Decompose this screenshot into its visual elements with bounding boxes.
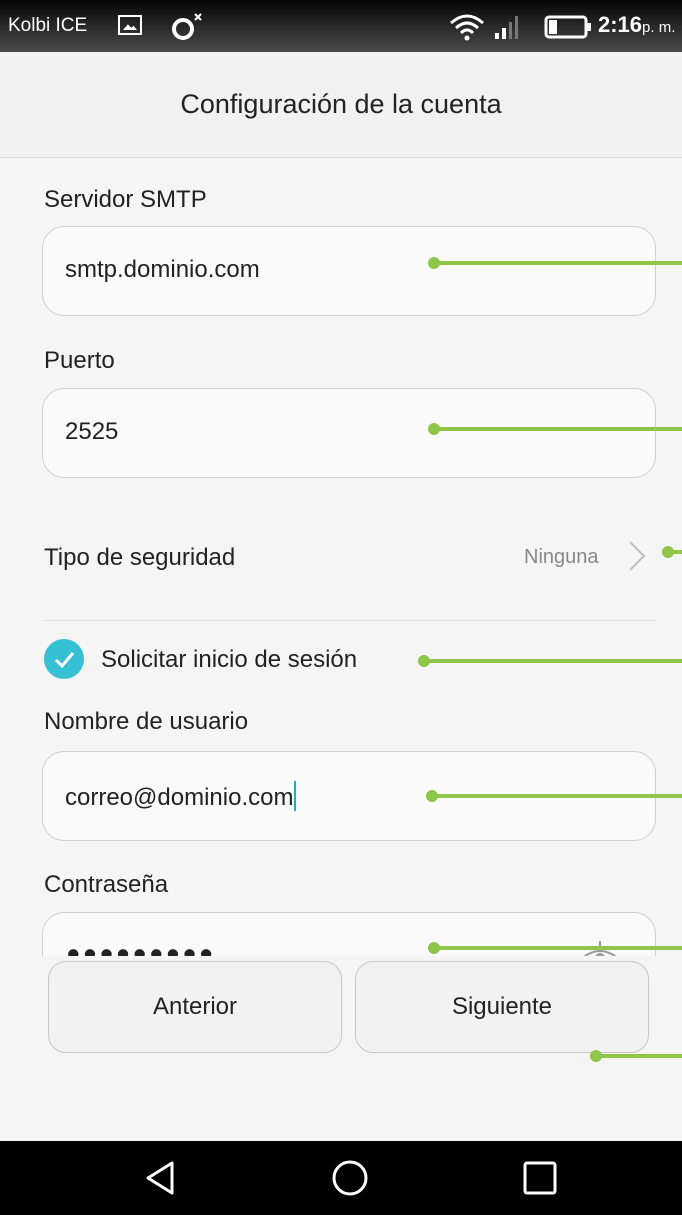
wifi-icon — [450, 14, 484, 41]
annotation-line — [428, 423, 682, 435]
security-type-label: Tipo de seguridad — [44, 544, 236, 571]
port-label: Puerto — [44, 347, 115, 374]
gallery-notification-icon — [118, 15, 142, 35]
annotation-line — [428, 942, 682, 954]
page-title: Configuración de la cuenta — [180, 89, 502, 119]
status-bar: Kolbi ICE 2:16p. m. — [0, 0, 682, 52]
username-label: Nombre de usuario — [44, 708, 249, 735]
previous-button[interactable]: Anterior — [48, 961, 342, 1053]
smtp-server-value: smtp.dominio.com — [65, 256, 260, 283]
home-icon[interactable] — [330, 1158, 370, 1198]
annotation-line — [428, 257, 682, 269]
app-header: Configuración de la cuenta — [0, 52, 682, 158]
recent-apps-icon[interactable] — [520, 1158, 560, 1198]
divider — [44, 620, 656, 621]
app-notification-icon — [172, 13, 202, 40]
security-type-row[interactable]: Tipo de seguridad Ninguna — [44, 538, 656, 578]
require-login-label: Solicitar inicio de sesión — [101, 646, 358, 673]
back-icon[interactable] — [140, 1158, 180, 1198]
text-cursor — [294, 781, 297, 811]
checkbox-checked-icon — [44, 639, 84, 679]
smtp-server-field[interactable]: smtp.dominio.com — [42, 226, 656, 316]
annotation-line — [426, 790, 682, 802]
password-value: ••••••••• — [67, 933, 217, 956]
password-label: Contraseña — [44, 871, 169, 898]
chevron-right-icon — [629, 541, 646, 571]
carrier-name: Kolbi ICE — [8, 15, 88, 36]
battery-icon — [544, 15, 591, 39]
port-field[interactable]: 2525 — [42, 388, 656, 478]
annotation-line — [418, 655, 682, 667]
system-nav-bar — [0, 1141, 682, 1215]
username-value: correo@dominio.com — [65, 781, 297, 812]
clock: 2:16p. m. — [598, 12, 676, 37]
next-button[interactable]: Siguiente — [355, 961, 649, 1053]
annotation-line — [662, 546, 682, 558]
footer-buttons: Anterior Siguiente — [0, 956, 682, 1141]
signal-icon — [495, 16, 518, 39]
smtp-server-label: Servidor SMTP — [44, 186, 207, 213]
account-settings-form: Servidor SMTP smtp.dominio.com Puerto 25… — [0, 158, 682, 956]
security-type-value: Ninguna — [524, 546, 599, 568]
annotation-line — [590, 1050, 682, 1062]
port-value: 2525 — [65, 418, 119, 445]
